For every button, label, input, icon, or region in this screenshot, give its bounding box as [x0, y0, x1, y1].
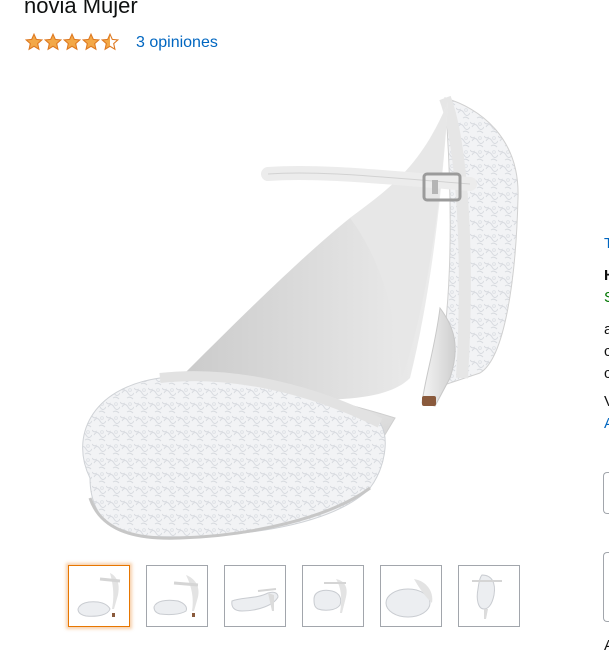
thumbnail-strip — [68, 565, 520, 627]
star-icon — [44, 33, 62, 51]
right-column-text-2: c — [604, 343, 609, 360]
add-to-cart-box[interactable] — [603, 552, 609, 622]
star-icon — [82, 33, 100, 51]
star-icon — [25, 33, 43, 51]
right-column-text-3: c — [604, 365, 609, 382]
thumbnail-6[interactable] — [458, 565, 520, 627]
main-product-image[interactable] — [50, 78, 520, 558]
right-column-link-1[interactable]: T — [604, 236, 609, 251]
thumbnail-4[interactable] — [302, 565, 364, 627]
thumbnail-3[interactable] — [224, 565, 286, 627]
reviews-link[interactable]: 3 opiniones — [136, 34, 218, 52]
right-column-text-4: V — [604, 394, 609, 409]
thumbnail-5[interactable] — [380, 565, 442, 627]
rating-row: 3 opiniones — [25, 30, 218, 54]
star-rating[interactable] — [25, 33, 119, 51]
size-select[interactable] — [603, 472, 609, 514]
right-column-text-1: a — [604, 321, 609, 338]
right-column-price-label: H — [604, 268, 609, 283]
star-icon — [101, 33, 119, 51]
thumbnail-1[interactable] — [68, 565, 130, 627]
star-icon — [63, 33, 81, 51]
right-column-text-5: A — [604, 638, 609, 653]
product-title: novia Mujer — [24, 0, 138, 18]
right-column-link-2[interactable]: A — [604, 416, 609, 431]
right-column-stock-status: S — [604, 290, 609, 305]
thumbnail-2[interactable] — [146, 565, 208, 627]
shoe-image — [82, 95, 519, 540]
